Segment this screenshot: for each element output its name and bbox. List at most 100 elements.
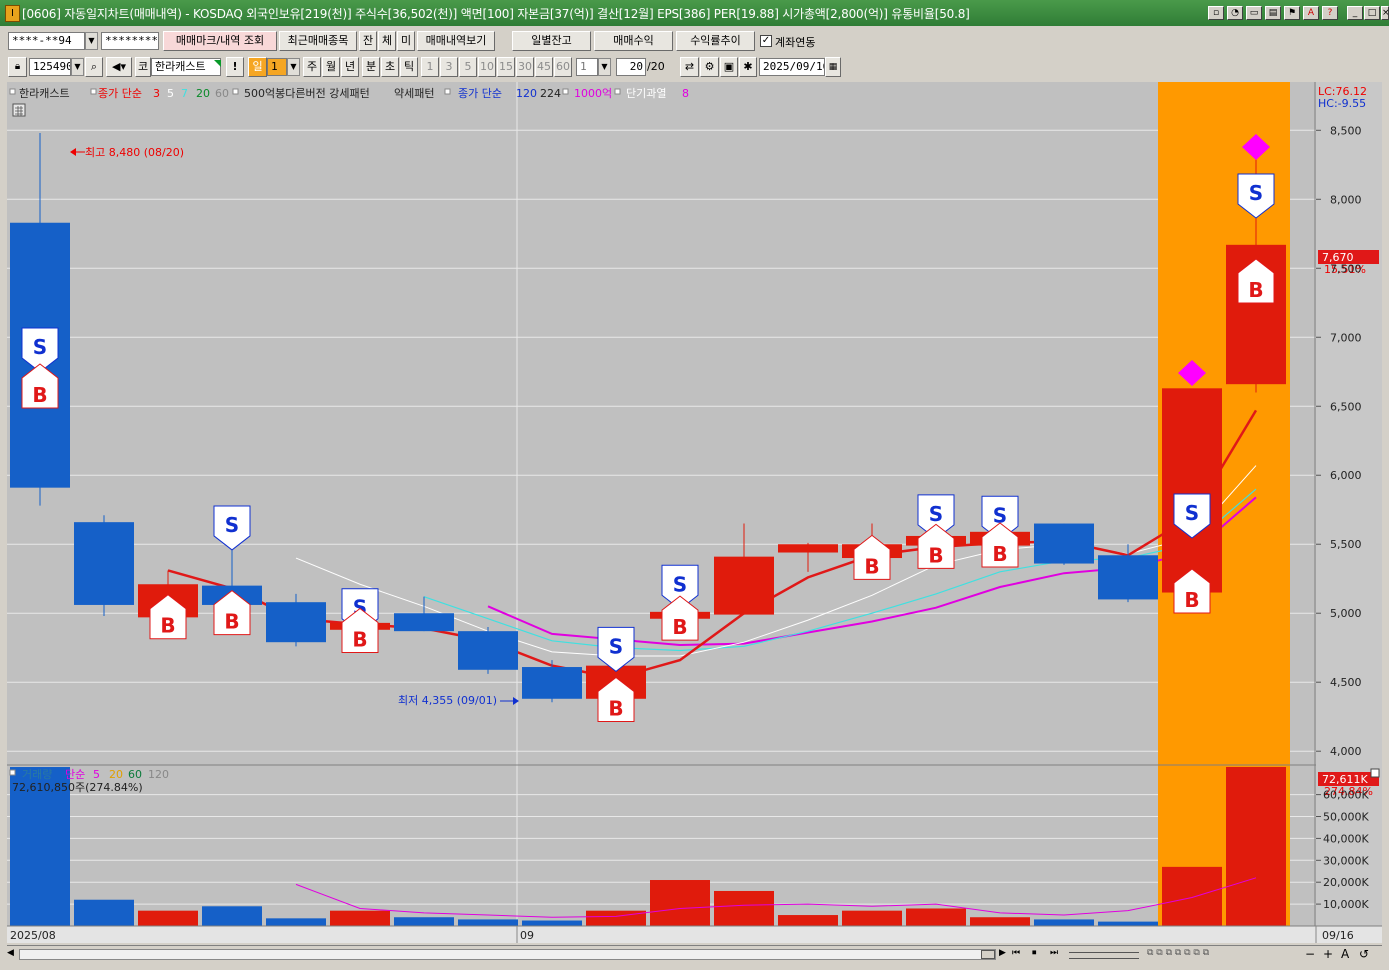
swap-icon[interactable]: ⇄ [680,57,699,77]
scroll-track[interactable] [19,949,996,960]
period-second-button[interactable]: 초 [381,57,399,77]
chart-scrollbar[interactable]: ◀ ▶ ⏮ ⏹ ⏭ ⧉ ⧉ ⧉ ⧉ ⧉ ⧉ ⧉ − + A ↺ [7,945,1382,964]
scroll-right-icon[interactable]: ▶ [999,948,1006,958]
sell-mark-label: S [33,335,47,359]
interval-60-button[interactable]: 60 [554,57,572,77]
minimize-icon[interactable]: _ [1347,6,1363,20]
balance-button[interactable]: 잔 [359,31,377,51]
recent-trades-button[interactable]: 최근매매종목 [279,31,357,51]
interval-5-button[interactable]: 5 [459,57,477,77]
scroll-thumb[interactable] [981,950,995,959]
buy-mark-label: B [160,614,175,638]
volume-tick-label: 40,000K [1323,832,1369,845]
search-icon[interactable]: ⌕ [85,57,103,77]
volume-bar [202,906,262,926]
volume-bar [1034,919,1094,926]
account-field[interactable]: ****-**94 [8,32,85,50]
volume-bar [522,920,582,926]
right-axis: LC:76.12 HC:-9.55 7,670 15.51% 72,611K 2… [1314,82,1382,943]
legend-overheat: 단기과열 [626,87,666,100]
period-week-button[interactable]: 주 [303,57,321,77]
trade-profit-button[interactable]: 매매수익 [594,31,673,51]
zoom-slider[interactable] [1069,952,1139,959]
interval-45-button[interactable]: 45 [535,57,553,77]
sell-mark-label: S [609,634,623,658]
trade-history-button[interactable]: 매매내역보기 [417,31,495,51]
interval-1-button[interactable]: 1 [421,57,439,77]
mark-view-button[interactable]: 매매마크/내역 조회 [163,31,277,51]
daily-balance-button[interactable]: 일별잔고 [512,31,591,51]
period-day-button[interactable]: 일 [248,57,267,77]
price-tick-label: 8,000 [1330,193,1362,206]
price-tick-label: 7,000 [1330,331,1362,344]
volume-tick-label: 60,000K [1323,789,1369,802]
x-label-sep: 09 [520,929,534,942]
period-tick-button[interactable]: 틱 [400,57,418,77]
period-minute-button[interactable]: 분 [362,57,380,77]
tile-icon[interactable]: ▤ [1265,6,1281,20]
last-icon[interactable]: ⏭ [1050,948,1058,958]
chart-toolbar: 🔒︎ 125490 ▼ ⌕ ◀▾ 코 한라캐스트 ! 일 1 ▼ 주 월 년 분… [0,55,1389,80]
price-volume-chart[interactable]: SSSSSS S SSBB BBBBB B BBB 한라캐스트 종가 단순 3 5 7 2… [7,82,1382,943]
stock-name-field[interactable]: 한라캐스트 [151,58,221,76]
info-button[interactable]: ! [226,57,244,77]
font-icon[interactable]: A [1303,6,1319,20]
scroll-left-icon[interactable]: ◀ [7,948,17,961]
return-trend-button[interactable]: 수익률추이 [676,31,755,51]
interval-10-button[interactable]: 10 [478,57,496,77]
code-dropdown-icon[interactable]: ▼ [71,58,84,76]
stop-icon[interactable]: ⏹ [1032,948,1037,958]
first-icon[interactable]: ⏮ [1012,948,1020,958]
interval-3-button[interactable]: 3 [440,57,458,77]
account-link-checkbox[interactable]: ✓ [760,35,772,47]
vol-close-icon[interactable] [1370,768,1380,778]
zoom-in-icon[interactable]: + [1323,947,1333,961]
candle-down [522,667,582,699]
restore-icon[interactable]: ▫ [1208,6,1224,20]
sell-mark-label: S [673,572,687,596]
executed-button[interactable]: 체 [378,31,396,51]
legend-stock-name: 한라캐스트 [19,87,70,100]
unfilled-button[interactable]: 미 [397,31,415,51]
stock-code-field[interactable]: 125490 [29,58,71,76]
window-icon[interactable]: ▭ [1246,6,1262,20]
period-number-field[interactable]: 1 [267,58,287,76]
volume-bar [394,917,454,926]
reset-icon[interactable]: ↺ [1359,947,1369,961]
period-year-button[interactable]: 년 [341,57,359,77]
maximize-icon[interactable]: □ [1364,6,1380,20]
font-size-icon[interactable]: A [1341,947,1349,961]
settings-icon[interactable]: ✱ [739,57,757,77]
chart-tool-icon[interactable]: ⚙ [700,57,719,77]
interval-dropdown-icon[interactable]: ▼ [598,58,611,76]
price-tick-label: 7,500 [1330,262,1362,275]
lock-icon[interactable]: 🔒︎ [8,57,27,77]
period-dropdown-icon[interactable]: ▼ [287,58,300,76]
interval-30-button[interactable]: 30 [516,57,534,77]
window-title: [0606] 자동일지차트(매매내역) - KOSDAQ 외국인보유[219(천… [22,7,970,21]
count-field[interactable]: 20 [616,58,646,76]
vol-legend-label: 거래량 [22,768,52,781]
calendar-icon[interactable]: ▦ [825,57,841,77]
chart-area[interactable]: SSSSSSSSSBBBBBBBBBBB 한라캐스트 종가 단순 3 5 7 2… [7,82,1382,943]
period-month-button[interactable]: 월 [322,57,340,77]
password-field[interactable]: ********* [101,32,159,50]
save-icon[interactable]: ▣ [720,57,738,77]
bookmark-icon[interactable]: ⚑ [1284,6,1300,20]
help-icon[interactable]: ◔ [1227,6,1243,20]
account-dropdown-icon[interactable]: ▼ [85,32,98,50]
interval-field[interactable]: 1 [576,58,598,76]
ko-button[interactable]: 코 [135,57,151,77]
candle-down [266,602,326,643]
volume-bar [74,899,134,926]
interval-15-button[interactable]: 15 [497,57,515,77]
question-icon[interactable]: ? [1322,6,1338,20]
date-field[interactable]: 2025/09/16 [759,58,825,76]
close-icon[interactable]: × [1381,6,1389,20]
view-tools-icon[interactable]: ⧉ ⧉ ⧉ ⧉ ⧉ ⧉ ⧉ [1147,948,1297,961]
legend-pattern: 500억봉다른버전 강세패턴 [244,87,370,100]
price-tick-label: 4,000 [1330,745,1362,758]
zoom-out-icon[interactable]: − [1305,947,1315,961]
volume-bar [1098,921,1158,926]
speaker-icon[interactable]: ◀▾ [106,57,132,77]
